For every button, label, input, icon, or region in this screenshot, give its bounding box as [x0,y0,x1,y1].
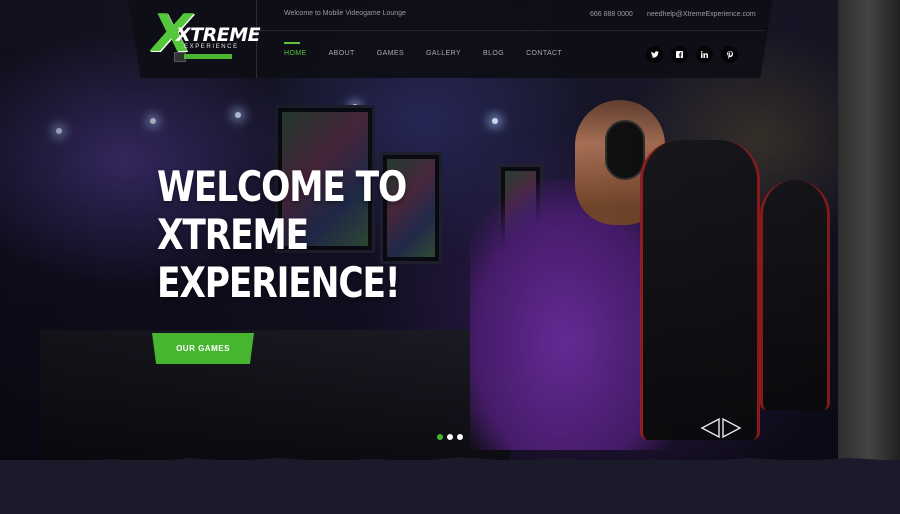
slide-dot[interactable] [457,434,463,440]
phone-number[interactable]: 666 888 0000 [590,11,633,18]
headline-line: XTREME [157,210,309,259]
site-header: X XTREME EXPERIENCE Welcome to Mobile Vi… [128,0,773,78]
pinterest-icon[interactable] [721,46,738,63]
headline-line: EXPERIENCE! [157,258,401,307]
twitter-icon[interactable] [646,46,663,63]
slide-dot[interactable] [437,434,443,440]
page-bottom [0,460,900,514]
nav-contact[interactable]: CONTACT [526,50,562,57]
header-tagline: Welcome to Mobile Videogame Lounge [284,10,406,17]
nav-gallery[interactable]: GALLERY [426,50,461,57]
next-arrow-icon[interactable] [722,418,742,438]
nav-games[interactable]: GAMES [377,50,404,57]
nav-home[interactable]: HOME [284,42,307,57]
slider-arrows [700,418,742,438]
slider-pagination [437,434,463,440]
social-links [646,46,738,63]
linkedin-icon[interactable] [696,46,713,63]
slide-dot[interactable] [447,434,453,440]
prev-arrow-icon[interactable] [700,418,720,438]
nav-about[interactable]: ABOUT [329,50,355,57]
site-logo[interactable]: X XTREME EXPERIENCE [150,8,261,70]
logo-text: XTREME [176,24,261,46]
hero-headline: WELCOME TO XTREME EXPERIENCE! [157,163,477,307]
logo-subtext: EXPERIENCE [184,44,239,50]
nav-blog[interactable]: BLOG [483,50,504,57]
main-nav: HOME ABOUT GAMES GALLERY BLOG CONTACT [284,42,584,57]
headline-line: WELCOME TO [157,162,407,211]
our-games-button[interactable]: OUR GAMES [152,333,254,364]
facebook-icon[interactable] [671,46,688,63]
email-address[interactable]: needhelp@XtremeExperience.com [647,11,756,18]
